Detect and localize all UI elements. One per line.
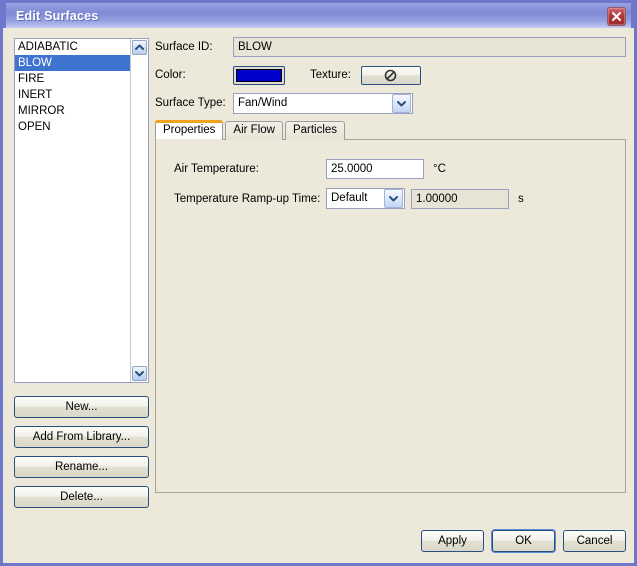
surface-list-box[interactable]: ADIABATIC BLOW FIRE INERT MIRROR OPEN: [14, 38, 149, 383]
edit-surfaces-dialog: Edit Surfaces ADIABATIC BLOW FIRE INERT …: [0, 0, 637, 566]
list-item[interactable]: FIRE: [15, 71, 131, 87]
chevron-down-icon: [397, 100, 406, 106]
scroll-down-button[interactable]: [132, 366, 147, 381]
dialog-body: ADIABATIC BLOW FIRE INERT MIRROR OPEN Ne…: [3, 28, 634, 563]
ok-button[interactable]: OK: [492, 530, 555, 552]
color-swatch-button[interactable]: [233, 65, 285, 85]
temperature-ramp-value-input[interactable]: 1.00000: [411, 188, 509, 209]
temperature-ramp-mode-value: Default: [331, 192, 368, 204]
temperature-ramp-row: Temperature Ramp-up Time: Default 1.0000…: [174, 188, 625, 209]
right-column: Surface ID: BLOW Color: Texture: Surface…: [155, 36, 626, 493]
chevron-down-icon: [135, 371, 144, 377]
air-temperature-unit: °C: [433, 162, 446, 175]
temperature-ramp-unit: s: [518, 192, 524, 205]
surface-type-label: Surface Type:: [155, 97, 226, 109]
rename-button[interactable]: Rename...: [14, 456, 149, 478]
list-item[interactable]: MIRROR: [15, 103, 131, 119]
tab-particles[interactable]: Particles: [284, 121, 346, 140]
cancel-button[interactable]: Cancel: [563, 530, 626, 552]
dialog-button-bar: Apply OK Cancel: [421, 530, 626, 552]
surface-id-row: Surface ID: BLOW: [155, 36, 626, 58]
list-item[interactable]: ADIABATIC: [15, 39, 131, 55]
no-texture-icon: [385, 69, 397, 81]
color-row: Color: Texture:: [155, 64, 626, 86]
add-from-library-button[interactable]: Add From Library...: [14, 426, 149, 448]
surface-id-field[interactable]: BLOW: [233, 37, 626, 57]
list-item[interactable]: BLOW: [15, 55, 131, 71]
window-title: Edit Surfaces: [16, 8, 99, 23]
left-column: ADIABATIC BLOW FIRE INERT MIRROR OPEN Ne…: [14, 38, 149, 508]
close-icon: [612, 12, 621, 21]
color-label: Color:: [155, 69, 186, 81]
tab-bar: Properties Air Flow Particles: [155, 120, 626, 141]
air-temperature-input[interactable]: 25.0000: [326, 158, 424, 179]
color-swatch-fill: [236, 68, 282, 82]
surface-list-scrollbar[interactable]: [130, 39, 148, 382]
surface-type-row: Surface Type: Fan/Wind: [155, 92, 626, 114]
temperature-ramp-label: Temperature Ramp-up Time:: [174, 192, 321, 205]
surface-type-value: Fan/Wind: [238, 96, 288, 109]
surface-type-select[interactable]: Fan/Wind: [233, 92, 413, 114]
tab-properties[interactable]: Properties: [155, 120, 224, 141]
tab-air-flow[interactable]: Air Flow: [225, 121, 283, 140]
texture-button[interactable]: [360, 65, 421, 85]
new-button[interactable]: New...: [14, 396, 149, 418]
temperature-ramp-mode-select[interactable]: Default: [326, 188, 405, 209]
list-item[interactable]: OPEN: [15, 119, 131, 135]
surface-list-items: ADIABATIC BLOW FIRE INERT MIRROR OPEN: [15, 39, 131, 135]
texture-label: Texture:: [310, 69, 351, 81]
close-button[interactable]: [607, 7, 626, 26]
properties-panel: Air Temperature: 25.0000 °C Temperature …: [155, 139, 626, 493]
title-bar: Edit Surfaces: [3, 0, 634, 28]
delete-button[interactable]: Delete...: [14, 486, 149, 508]
scroll-up-button[interactable]: [132, 40, 147, 55]
chevron-down-icon: [389, 196, 398, 202]
surface-type-dropdown-arrow[interactable]: [392, 93, 411, 113]
chevron-up-icon: [135, 44, 144, 50]
list-item[interactable]: INERT: [15, 87, 131, 103]
air-temperature-label: Air Temperature:: [174, 162, 259, 175]
temperature-ramp-dropdown-arrow[interactable]: [384, 189, 403, 208]
surface-id-label: Surface ID:: [155, 41, 213, 53]
air-temperature-row: Air Temperature: 25.0000 °C: [174, 158, 625, 179]
apply-button[interactable]: Apply: [421, 530, 484, 552]
